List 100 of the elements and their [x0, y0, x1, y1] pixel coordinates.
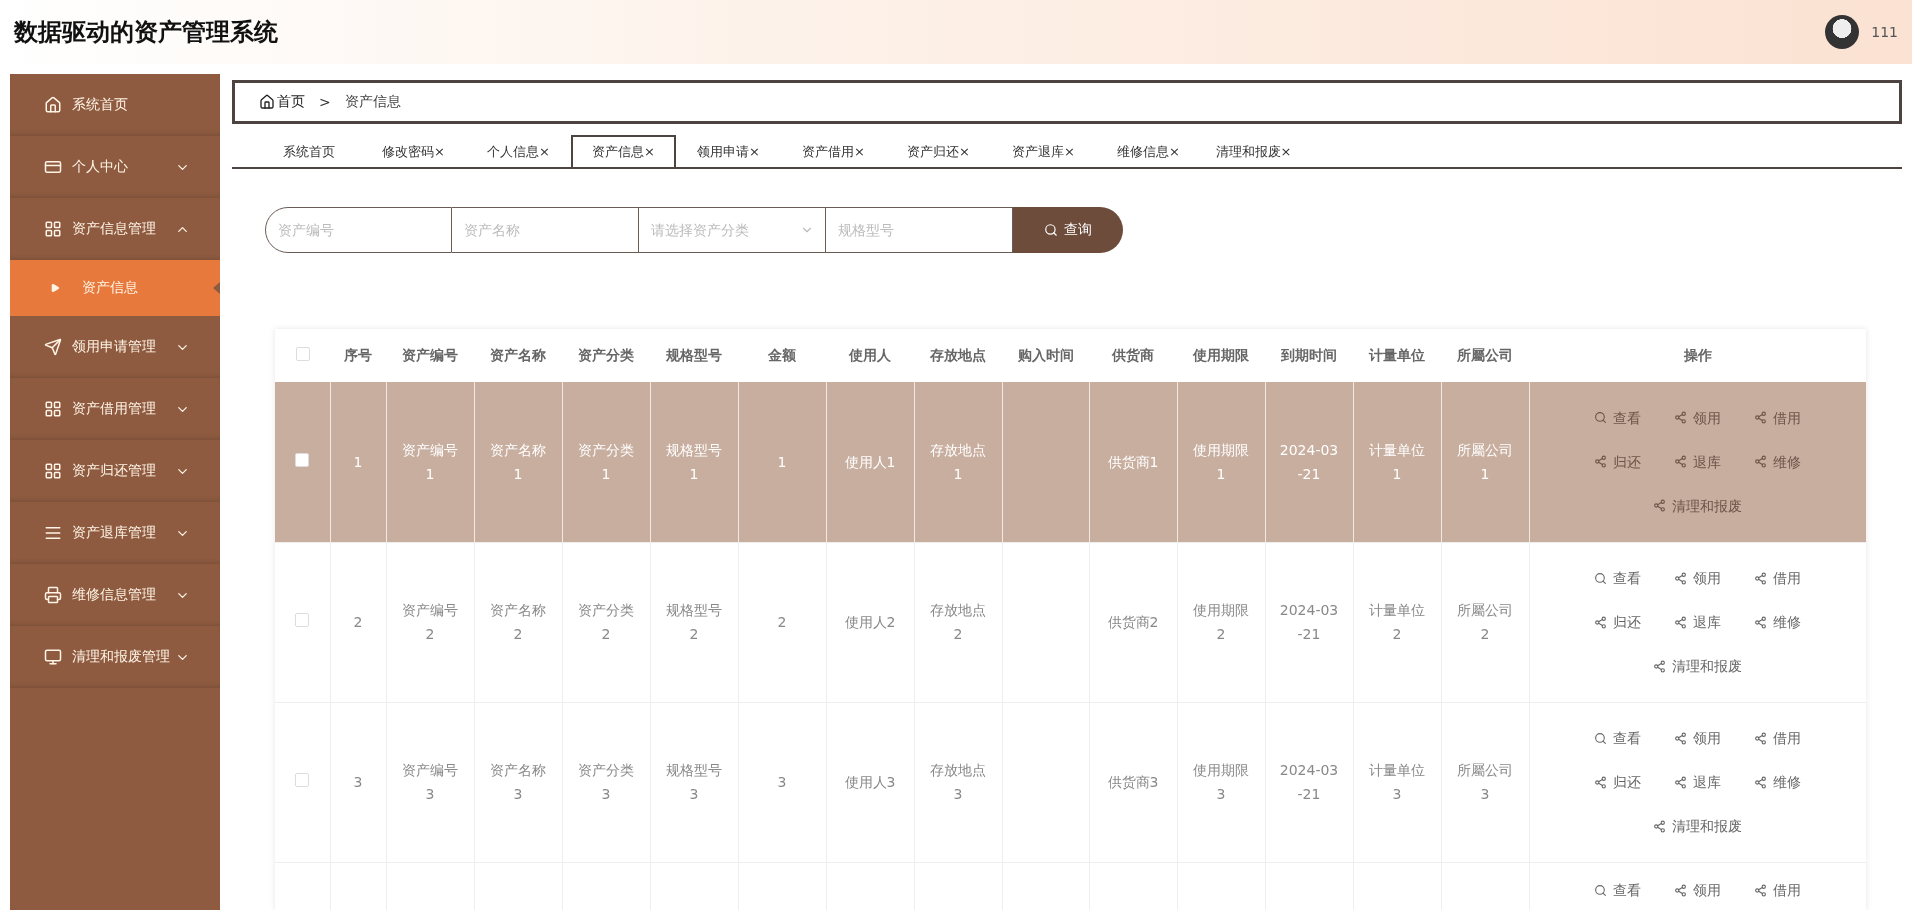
table-cell: 2024-03 -21 [1279, 762, 1339, 802]
home-icon [44, 96, 62, 114]
action-link[interactable]: 领用 [1657, 397, 1738, 438]
table-cell: 资产编号 1 [402, 441, 458, 482]
table-cell: 供货商1 [1107, 453, 1159, 470]
table-cell: 计量单位 1 [1369, 441, 1425, 482]
share-icon [1594, 775, 1608, 789]
menu-item[interactable]: 资产信息管理 [10, 198, 220, 260]
table-cell: 使用人1 [844, 453, 896, 470]
menu-item[interactable]: 资产归还管理 [10, 440, 220, 502]
monitor-icon [44, 648, 62, 666]
checkbox[interactable] [295, 613, 310, 627]
search-icon [1044, 223, 1058, 237]
search-field[interactable]: 资产编号 [265, 207, 452, 253]
share-icon [1754, 884, 1768, 897]
table-cell: 资产名称 3 [490, 762, 546, 802]
action-link[interactable]: 借用 [1737, 870, 1818, 910]
view-link[interactable]: 查看 [1577, 870, 1658, 910]
action-link[interactable]: 归还 [1577, 762, 1658, 802]
action-link[interactable]: 退库 [1657, 762, 1738, 802]
tab[interactable]: 资产借用× [781, 135, 886, 167]
table-cell: 规格型号 1 [666, 441, 722, 482]
action-link[interactable]: 退库 [1657, 602, 1738, 642]
action-link[interactable]: 退库 [1657, 441, 1738, 482]
tab[interactable]: 资产信息× [571, 135, 676, 167]
column-header: 所屬公司 [1441, 329, 1529, 382]
checkbox[interactable] [295, 452, 310, 467]
share-icon [1754, 571, 1768, 585]
share-icon [1674, 884, 1688, 897]
tab[interactable]: 系统首页 [256, 135, 361, 167]
table-cell: 供货商3 [1107, 774, 1159, 790]
category-select[interactable]: 请选择资产分类 [639, 207, 826, 253]
grid-icon [44, 462, 62, 480]
share-icon [1754, 615, 1768, 629]
checkbox[interactable] [295, 347, 310, 361]
checkbox[interactable] [295, 773, 310, 787]
action-link[interactable]: 归还 [1577, 441, 1658, 482]
share-icon [1674, 455, 1688, 469]
share-icon [1653, 659, 1667, 673]
search-field[interactable]: 规格型号 [826, 207, 1013, 253]
action-link[interactable]: 维修 [1737, 602, 1818, 642]
column-header: 计量单位 [1353, 329, 1441, 382]
share-icon [1754, 455, 1768, 469]
view-link[interactable]: 查看 [1577, 558, 1658, 598]
table-cell: 所屬公司 2 [1457, 602, 1513, 642]
action-link[interactable]: 借用 [1737, 558, 1818, 598]
menu-item[interactable]: 个人中心 [10, 136, 220, 198]
action-link[interactable]: 维修 [1737, 762, 1818, 802]
home-icon [259, 94, 275, 110]
column-header: 到期时间 [1265, 329, 1353, 382]
column-header: 资产分类 [562, 329, 650, 382]
table-cell: 资产分类 3 [578, 762, 634, 802]
share-icon [1594, 615, 1608, 629]
tab[interactable]: 资产归还× [886, 135, 991, 167]
menu-item[interactable]: 领用申请管理 [10, 316, 220, 378]
action-link[interactable]: 领用 [1657, 870, 1738, 910]
view-link[interactable]: 查看 [1577, 397, 1658, 438]
table-cell: 资产分类 1 [578, 441, 634, 482]
home-link[interactable]: 首页 [259, 93, 305, 111]
table-cell: 2024-03 -21 [1279, 602, 1339, 642]
action-link[interactable]: 领用 [1657, 558, 1738, 598]
menu-item[interactable]: 资产退库管理 [10, 502, 220, 564]
action-link[interactable]: 维修 [1737, 441, 1818, 482]
column-header: 规格型号 [650, 329, 738, 382]
action-link[interactable]: 借用 [1737, 397, 1818, 438]
action-link[interactable]: 归还 [1577, 602, 1658, 642]
search-field[interactable]: 资产名称 [452, 207, 639, 253]
table-cell: 使用期限 1 [1193, 441, 1249, 482]
menu-item[interactable]: 系统首页 [10, 74, 220, 136]
table-cell: 2 [353, 614, 363, 630]
table-cell: 资产名称 1 [490, 441, 546, 482]
tab[interactable]: 修改密码× [361, 135, 466, 167]
search-icon [1594, 884, 1608, 897]
column-header: 序号 [330, 329, 386, 382]
table-cell: 存放地点 2 [930, 602, 986, 642]
breadcrumb-current: 资产信息 [344, 93, 401, 111]
action-link[interactable]: 借用 [1737, 718, 1818, 758]
tab[interactable]: 清理和报废× [1201, 135, 1306, 167]
menu-item[interactable]: 资产借用管理 [10, 378, 220, 440]
share-icon [1754, 411, 1768, 425]
share-icon [1674, 571, 1688, 585]
tab[interactable]: 领用申请× [676, 135, 781, 167]
tab[interactable]: 维修信息× [1096, 135, 1201, 167]
app-title: 数据驱动的资产管理系统 [14, 17, 278, 48]
table-cell: 所屬公司 3 [1457, 762, 1513, 802]
search-button[interactable]: 查询 [1013, 207, 1123, 253]
avatar[interactable] [1825, 15, 1860, 49]
menu-item[interactable]: 维修信息管理 [10, 564, 220, 626]
table-cell: 3 [353, 774, 363, 790]
tab[interactable]: 资产退库× [991, 135, 1096, 167]
action-link[interactable]: 清理和报废 [1637, 485, 1758, 526]
action-link[interactable]: 清理和报废 [1637, 646, 1758, 686]
card-icon [44, 158, 62, 176]
table-cell: 使用人3 [844, 774, 896, 790]
view-link[interactable]: 查看 [1577, 718, 1658, 758]
action-link[interactable]: 领用 [1657, 718, 1738, 758]
action-link[interactable]: 清理和报废 [1637, 806, 1758, 846]
menu-item[interactable]: 清理和报废管理 [10, 626, 220, 688]
table-cell: 存放地点 3 [930, 762, 986, 802]
tab[interactable]: 个人信息× [466, 135, 571, 167]
